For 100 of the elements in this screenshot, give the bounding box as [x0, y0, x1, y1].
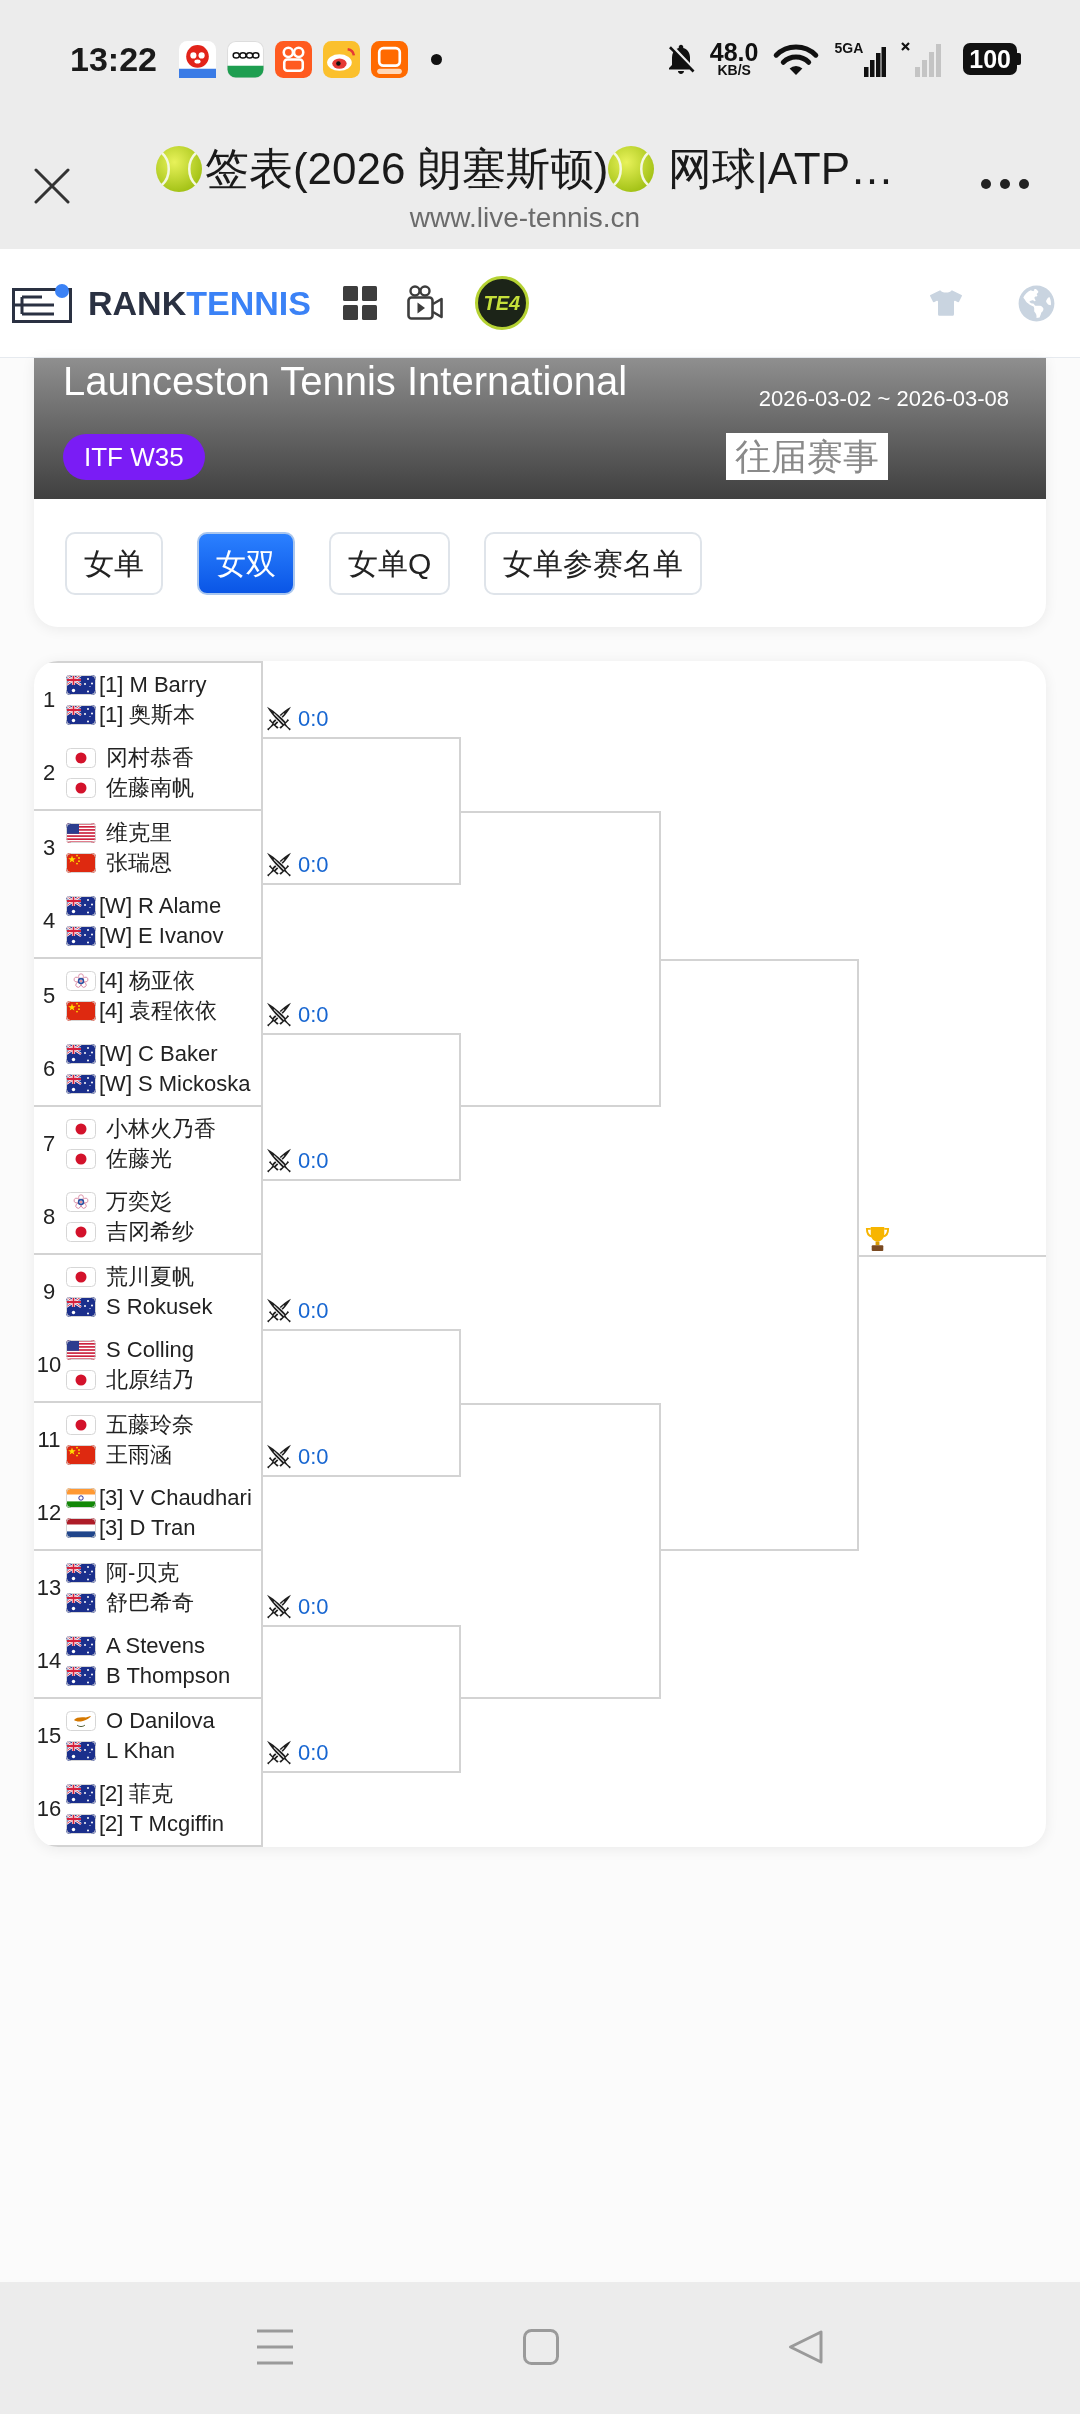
past-editions-button[interactable]: 往届赛事	[726, 433, 888, 480]
draw-position: 8	[41, 1203, 57, 1230]
japanese-flag-icon	[66, 747, 96, 768]
player-name: O Danilova	[106, 1706, 215, 1735]
australian-flag-icon	[66, 704, 96, 725]
crossed-swords-icon	[266, 1594, 292, 1620]
australian-flag-icon	[66, 1783, 96, 1804]
event-tab[interactable]: 女双	[197, 532, 295, 595]
dog-face-app-icon	[178, 40, 216, 78]
flower-emblem-flag-icon	[66, 970, 96, 991]
tournament-name: Launceston Tennis International	[62, 358, 628, 404]
category-pill: ITF W35	[63, 433, 205, 480]
japanese-flag-icon	[66, 1148, 96, 1169]
american-flag-icon	[66, 822, 96, 843]
draw-position: 12	[35, 1499, 63, 1526]
player-name: 张瑞恩	[106, 848, 172, 877]
australian-flag-icon	[66, 674, 96, 695]
camera-app-icon	[274, 40, 312, 78]
match-score[interactable]: 0:0	[298, 706, 329, 732]
player-name: 吉冈希纱	[106, 1217, 194, 1246]
player-name: S Rokusek	[106, 1292, 213, 1321]
eye-app-icon	[322, 40, 360, 78]
crossed-swords-icon	[266, 1740, 292, 1766]
australian-flag-icon	[66, 1592, 96, 1613]
seed-label: [4]	[99, 966, 124, 995]
japanese-flag-icon	[66, 1266, 96, 1287]
draw-position: 7	[41, 1130, 57, 1157]
match-score[interactable]: 0:0	[298, 1002, 329, 1028]
flower-emblem-flag-icon	[66, 1191, 96, 1212]
player-name: 舒巴希奇	[106, 1588, 194, 1617]
battery-percentage: 100	[963, 43, 1017, 75]
player-name: B Thompson	[106, 1661, 231, 1690]
draw-position: 13	[35, 1574, 63, 1601]
player-name: M Barry	[129, 670, 207, 699]
player-name: 奥斯本	[129, 700, 196, 729]
match-score[interactable]: 0:0	[298, 1298, 329, 1324]
player-name: 北原结乃	[106, 1365, 194, 1394]
player-name: 菲克	[129, 1779, 174, 1808]
crossed-swords-icon	[266, 1002, 292, 1028]
video-camera-icon[interactable]	[406, 285, 443, 321]
japanese-flag-icon	[66, 1369, 96, 1390]
page-url: www.live-tennis.cn	[409, 201, 641, 235]
match-score[interactable]: 0:0	[298, 1594, 329, 1620]
seed-label: [W]	[99, 1039, 132, 1068]
dot-icon	[430, 53, 442, 65]
australian-flag-icon	[66, 1296, 96, 1317]
player-name: 五藤玲奈	[106, 1410, 194, 1439]
australian-flag-icon	[66, 1740, 96, 1761]
event-tab[interactable]: 女单Q	[329, 532, 451, 595]
draw-position: 14	[35, 1647, 63, 1674]
player-name: 佐藤光	[106, 1144, 172, 1173]
site-logo-icon[interactable]	[12, 283, 72, 323]
network-speed-unit: KB/S	[717, 62, 751, 78]
tennis-ball-icon	[155, 146, 202, 192]
japanese-flag-icon	[66, 777, 96, 798]
match-score[interactable]: 0:0	[298, 852, 329, 878]
status-time: 13:22	[70, 39, 157, 79]
more-icon[interactable]	[980, 178, 1030, 190]
draw-position: 10	[35, 1351, 63, 1378]
close-icon[interactable]	[34, 168, 70, 204]
australian-flag-icon	[66, 1043, 96, 1064]
logo-badge[interactable]: TE4	[474, 276, 529, 330]
draw-position: 5	[41, 982, 57, 1009]
player-name: 王雨涵	[106, 1440, 172, 1469]
seed-label: [W]	[99, 891, 132, 920]
grid-icon[interactable]	[342, 286, 377, 320]
draw-position: 15	[35, 1722, 63, 1749]
no-signal-icon	[900, 41, 944, 77]
player-name: 佐藤南帆	[106, 773, 194, 802]
event-tab[interactable]: 女单	[65, 532, 163, 595]
seed-label: [3]	[99, 1483, 124, 1512]
crossed-swords-icon	[266, 706, 292, 732]
indian-flag-icon	[66, 1487, 96, 1508]
dutch-flag-icon	[66, 1517, 96, 1538]
australian-flag-icon	[66, 925, 96, 946]
match-score[interactable]: 0:0	[298, 1444, 329, 1470]
crossed-swords-icon	[266, 852, 292, 878]
network-speed-value: 48.0	[709, 40, 759, 63]
seed-label: [3]	[99, 1513, 124, 1542]
player-name: L Khan	[106, 1736, 175, 1765]
player-name: S Mickoska	[138, 1069, 251, 1098]
match-score[interactable]: 0:0	[298, 1148, 329, 1174]
crossed-swords-icon	[266, 1148, 292, 1174]
player-name: 荒川夏帆	[106, 1262, 194, 1291]
trophy-icon	[864, 1225, 891, 1252]
seed-label: [W]	[99, 1069, 132, 1098]
player-name: 冈村恭香	[106, 743, 194, 772]
match-score[interactable]: 0:0	[298, 1740, 329, 1766]
signal-icon	[864, 47, 887, 77]
event-tab[interactable]: 女单参赛名单	[484, 532, 703, 595]
draw-position: 11	[36, 1426, 62, 1453]
seed-label: [W]	[99, 921, 132, 950]
australian-flag-icon	[66, 1073, 96, 1094]
american-flag-icon	[66, 1339, 96, 1360]
seed-label: [2]	[99, 1809, 124, 1838]
crossed-swords-icon	[266, 1444, 292, 1470]
tennis-ball-icon	[608, 146, 655, 192]
japanese-flag-icon	[66, 1221, 96, 1242]
player-name: S Colling	[106, 1335, 195, 1364]
site-logo-text[interactable]: RANKTENNIS	[88, 283, 311, 323]
